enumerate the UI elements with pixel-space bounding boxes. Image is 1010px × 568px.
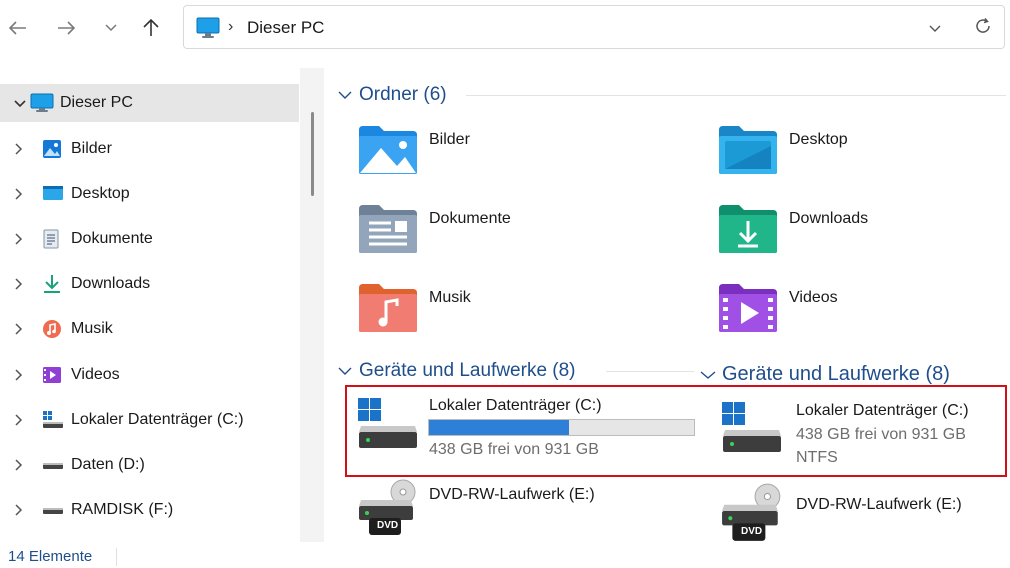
chevron-right-icon[interactable] [14,413,24,431]
group-header-geraete-overlay: Geräte und Laufwerke (8) [700,363,950,386]
sidebar-scrollbar[interactable] [300,68,324,542]
group-title: Geräte und Laufwerke (8) [359,360,576,381]
sidebar-item-videos[interactable]: Videos [0,356,299,394]
folder-label: Videos [789,289,838,306]
status-item-count: 14 Elemente [8,548,93,565]
drive-icon [42,455,64,475]
sidebar-item-label: Lokaler Datenträger (C:) [71,411,244,428]
chevron-right-icon[interactable] [14,142,24,160]
download-icon [42,274,64,294]
sidebar-item-lokaler-datentraeger-c[interactable]: Lokaler Datenträger (C:) [0,401,299,439]
address-history-dropdown[interactable] [929,20,941,38]
folder-tile-downloads[interactable]: Downloads [717,203,997,259]
sidebar-item-label: Videos [71,366,120,383]
sidebar-item-label: Musik [71,320,113,337]
sidebar-item-label: Downloads [71,275,151,292]
chevron-right-icon[interactable] [14,277,24,295]
folder-tile-dokumente[interactable]: Dokumente [357,203,687,259]
group-divider [606,371,694,372]
refresh-button[interactable] [974,17,992,40]
arrow-up-icon [143,19,159,36]
recent-locations-button[interactable] [97,14,125,42]
chevron-right-icon[interactable] [14,232,24,250]
group-title: Geräte und Laufwerke (8) [722,363,950,385]
highlight-box [345,385,1007,477]
monitor-icon [30,93,54,113]
folder-tile-desktop[interactable]: Desktop [717,124,997,180]
folder-label: Bilder [429,131,470,148]
sidebar-item-label: Daten (D:) [71,456,145,473]
back-button[interactable] [4,14,32,42]
sidebar-item-label: Dieser PC [60,94,133,111]
sidebar-item-desktop[interactable]: Desktop [0,175,299,213]
folder-label: Desktop [789,131,848,148]
videos-icon [42,365,64,385]
navigation-pane: Dieser PC Bilder Desktop Dokumente Downl… [0,68,300,542]
arrow-right-icon [58,21,75,35]
group-title: Ordner (6) [359,84,447,105]
dvd-badge: DVD [377,520,399,531]
chevron-right-icon[interactable] [14,322,24,340]
sidebar-item-daten-d[interactable]: Daten (D:) [0,446,299,484]
chevron-down-icon [929,25,941,32]
music-folder-icon [359,284,417,332]
sidebar-item-ramdisk-f[interactable]: RAMDISK (F:) [0,491,299,529]
documents-icon [42,229,64,249]
chevron-down-icon [105,24,117,32]
status-separator [116,548,117,566]
sidebar-item-musik[interactable]: Musik [0,310,299,348]
sidebar-item-label: Dokumente [71,230,153,247]
chevron-down-icon [700,370,716,379]
dvd-badge: DVD [741,526,763,537]
chevron-down-icon [338,91,352,99]
pictures-icon [42,139,64,159]
chevron-down-icon[interactable] [14,96,26,114]
group-header-ordner[interactable]: Ordner (6) [338,84,447,106]
drive-tile-dvd[interactable]: DVD DVD-RW-Laufwerk (E:) [357,478,657,540]
drive-label: DVD-RW-Laufwerk (E:) [429,486,595,503]
music-icon [42,319,64,339]
forward-button[interactable] [52,14,80,42]
chevron-right-icon[interactable] [14,368,24,386]
folder-tile-musik[interactable]: Musik [357,282,687,338]
address-bar[interactable]: › Dieser PC [183,5,1005,49]
system-drive-icon [42,410,64,430]
drive-label: DVD-RW-Laufwerk (E:) [796,496,962,513]
group-header-geraete[interactable]: Geräte und Laufwerke (8) [338,360,576,382]
refresh-icon [976,18,990,33]
sidebar-item-label: Desktop [71,185,130,202]
pictures-folder-icon [359,126,417,174]
breadcrumb-current[interactable]: Dieser PC [247,18,324,38]
chevron-down-icon [338,367,352,375]
sidebar-item-dieser-pc[interactable]: Dieser PC [0,84,299,122]
chevron-right-icon[interactable] [14,187,24,205]
sidebar-item-label: Bilder [71,140,112,157]
up-button[interactable] [137,14,165,42]
videos-folder-icon [719,284,777,332]
sidebar-item-label: RAMDISK (F:) [71,501,174,518]
sidebar-item-dokumente[interactable]: Dokumente [0,220,299,258]
drive-tile-dvd-overlay: DVD DVD-RW-Laufwerk (E:) [720,482,1000,544]
folder-label: Musik [429,289,471,306]
folder-label: Downloads [789,210,869,227]
chevron-right-icon[interactable] [14,458,24,476]
sidebar-item-downloads[interactable]: Downloads [0,265,299,303]
folder-tile-bilder[interactable]: Bilder [357,124,687,180]
documents-folder-icon [359,205,417,253]
breadcrumb-separator: › [228,18,234,35]
monitor-icon [196,17,220,44]
group-divider [466,95,1006,96]
folder-tile-videos[interactable]: Videos [717,282,997,338]
arrow-left-icon [9,21,26,35]
folder-label: Dokumente [429,210,511,227]
desktop-icon [42,184,64,204]
scrollbar-thumb[interactable] [311,112,314,196]
drive-icon [42,500,64,520]
desktop-folder-icon [719,126,777,174]
sidebar-item-bilder[interactable]: Bilder [0,130,299,168]
downloads-folder-icon [719,205,777,253]
chevron-right-icon[interactable] [14,503,24,521]
